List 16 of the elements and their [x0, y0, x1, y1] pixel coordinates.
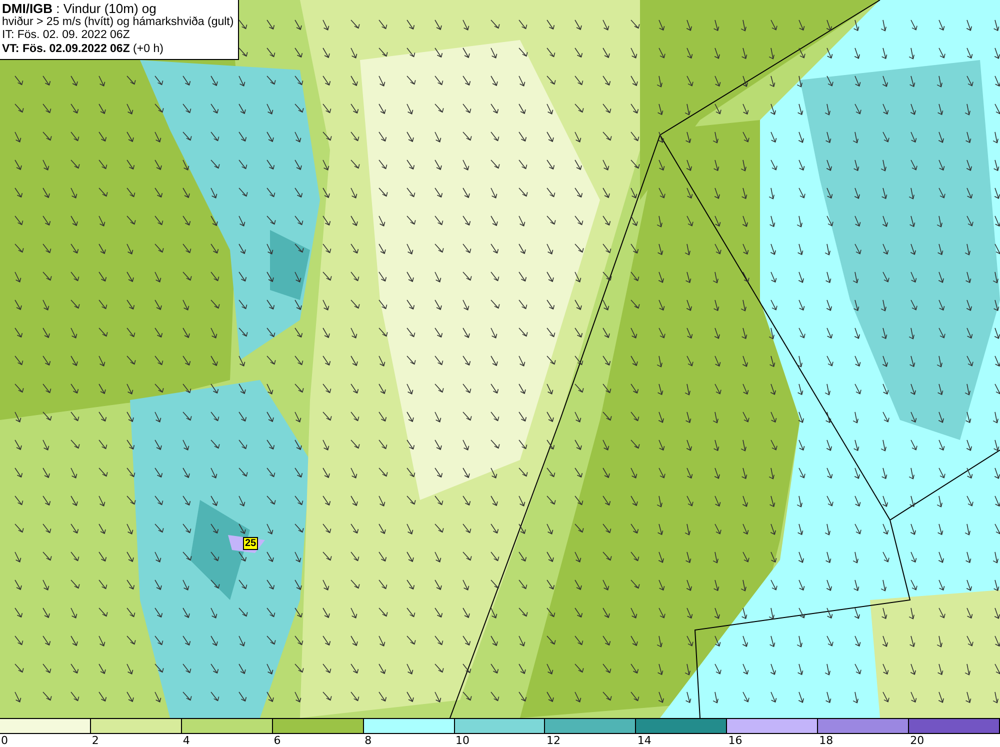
info-text: DMI/IGB : Vindur (10m) og: [2, 2, 158, 16]
info-text: hviður > 25 m/s (hvítt) og hámarkshviða (gult): [2, 16, 234, 29]
legend-label: 16: [728, 734, 742, 747]
legend-label: 0: [1, 734, 8, 747]
legend-label: 8: [364, 734, 372, 747]
legend-label: 6: [274, 734, 281, 747]
legend-label: 18: [819, 734, 834, 747]
info-text: IT: Fös. 02. 09. 2022 06Z: [2, 29, 131, 42]
legend-label: 4: [182, 734, 190, 747]
legend-label: 2: [92, 734, 99, 747]
legend-label: 12: [546, 734, 560, 747]
info-text: VT: Fös. 02.09.2022 06Z (+0 h): [2, 42, 164, 56]
legend-label: 14: [637, 734, 652, 747]
legend-label: 10: [456, 734, 470, 747]
legend-label: 20: [910, 734, 924, 747]
gust-label: 25: [243, 537, 258, 550]
